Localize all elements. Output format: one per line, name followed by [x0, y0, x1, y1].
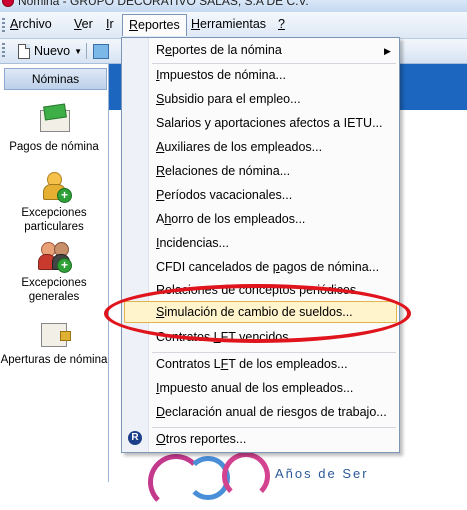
menu-icon-gutter — [122, 38, 149, 452]
sidebar-item-aperturas-de-nomina[interactable]: Aperturas de nómina — [0, 317, 108, 367]
sidebar-item-excepciones-generales[interactable]: + Excepciones generales — [0, 240, 108, 304]
new-button[interactable]: Nuevo ▼ — [15, 42, 85, 60]
sidebar-item-label: Excepciones particulares — [21, 207, 87, 233]
menu-item-otros-reportes[interactable]: Otros reportes... — [156, 428, 246, 450]
sidebar-item-label: Pagos de nómina — [9, 141, 99, 153]
sidebar-item-excepciones-particulares[interactable]: + Excepciones particulares — [0, 170, 108, 234]
calculator-icon[interactable] — [93, 44, 109, 59]
menu-item-declaracion-anual-de-riesgos[interactable]: Declaración anual de riesgos de trabajo.… — [156, 401, 387, 423]
menu-herramientas[interactable]: Herramientas — [191, 17, 266, 31]
menu-item-simulacion-de-cambio-de-sueldos[interactable]: Simulación de cambio de sueldos... — [156, 301, 353, 323]
window-title: Nómina - GRUPO DECORATIVO SALAS, S.A DE … — [18, 0, 309, 8]
logo-text: Años de Ser — [275, 466, 369, 481]
menu-item-contratos-lft-vencidos[interactable]: Contratos LFT vencidos — [156, 326, 288, 348]
sidebar-header: Nóminas — [4, 68, 107, 90]
menu-item-contratos-lft-de-los-empleados[interactable]: Contratos LFT de los empleados... — [156, 353, 348, 375]
toolbar-separator — [86, 43, 87, 59]
menu-item-ahorro-de-los-empleados[interactable]: Ahorro de los empleados... — [156, 208, 305, 230]
menu-bar: Archivo Ver Ir Reportes Herramientas ? — [0, 12, 467, 39]
menu-reportes[interactable]: Reportes — [122, 14, 187, 36]
app-icon — [2, 0, 14, 7]
group-add-icon: + — [38, 240, 72, 273]
new-document-icon — [18, 43, 30, 59]
menu-grip — [2, 18, 5, 32]
sidebar-item-pagos-de-nomina[interactable]: Pagos de nómina — [0, 104, 108, 154]
payroll-lock-icon — [38, 317, 71, 349]
menu-archivo[interactable]: Archivo — [10, 17, 52, 31]
sidebar-item-label: Excepciones generales — [21, 277, 87, 303]
menu-item-reportes-de-la-nomina[interactable]: Reportes de la nómina — [156, 39, 282, 61]
envelope-money-icon — [38, 104, 70, 136]
title-bar: Nómina - GRUPO DECORATIVO SALAS, S.A DE … — [0, 0, 467, 12]
menu-item-cfdi-cancelados[interactable]: CFDI cancelados de pagos de nómina... — [156, 256, 379, 278]
menu-item-impuestos-de-nomina[interactable]: Impuestos de nómina... — [156, 64, 286, 86]
submenu-arrow-icon: ▶ — [384, 46, 391, 56]
reports-r-icon: R — [128, 431, 142, 445]
new-button-label: Nuevo — [34, 44, 71, 58]
menu-ir[interactable]: Ir — [106, 17, 114, 31]
menu-item-relaciones-de-conceptos-periodicos[interactable]: Relaciones de conceptos periódicos... — [156, 279, 367, 301]
reportes-dropdown-menu: Reportes de la nómina ▶ Impuestos de nóm… — [121, 37, 400, 453]
sidebar-item-label: Aperturas de nómina — [0, 354, 108, 366]
sidebar: Nóminas Pagos de nómina + Excepciones pa… — [0, 64, 109, 482]
menu-ver[interactable]: Ver — [74, 17, 93, 31]
person-add-icon: + — [38, 170, 72, 203]
toolbar-grip — [2, 43, 5, 57]
menu-item-relaciones-de-nomina[interactable]: Relaciones de nómina... — [156, 160, 290, 182]
menu-item-salarios-ietu[interactable]: Salarios y aportaciones afectos a IETU..… — [156, 112, 383, 134]
dropdown-arrow-icon[interactable]: ▼ — [74, 47, 82, 56]
menu-item-periodos-vacacionales[interactable]: Períodos vacacionales... — [156, 184, 292, 206]
menu-item-subsidio-para-el-empleo[interactable]: Subsidio para el empleo... — [156, 88, 301, 110]
menu-item-impuesto-anual-de-los-empleados[interactable]: Impuesto anual de los empleados... — [156, 377, 353, 399]
menu-item-incidencias[interactable]: Incidencias... — [156, 232, 229, 254]
menu-item-auxiliares-de-los-empleados[interactable]: Auxiliares de los empleados... — [156, 136, 322, 158]
menu-help[interactable]: ? — [278, 17, 285, 31]
